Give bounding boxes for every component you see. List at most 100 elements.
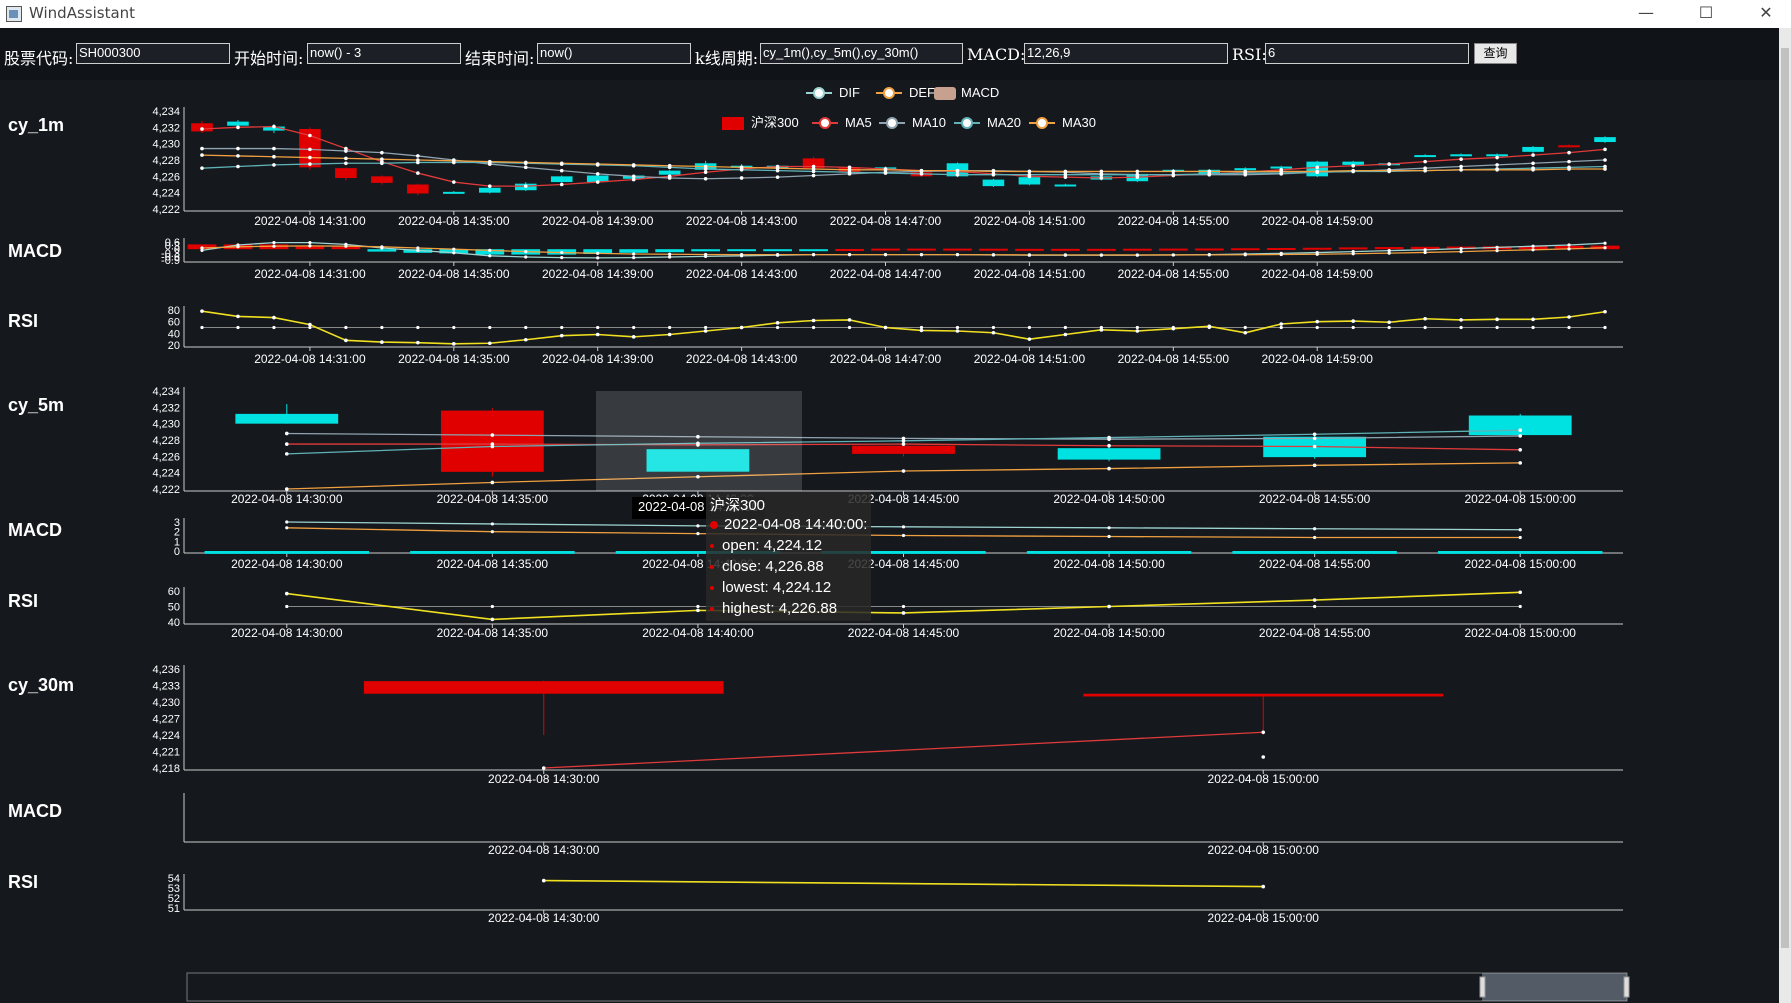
ma10-point xyxy=(1531,161,1535,166)
dif-point xyxy=(452,251,456,255)
rsi-input[interactable]: 6 xyxy=(1265,43,1469,64)
ma30-point xyxy=(1531,168,1535,172)
rsi-point xyxy=(523,337,528,342)
rsi-point xyxy=(811,318,816,323)
dea-point xyxy=(416,246,420,250)
dea-point xyxy=(272,244,276,248)
ma10-point xyxy=(1312,436,1317,441)
x-tick-label: 2022-04-08 14:30:00 xyxy=(231,492,343,506)
rsi-point xyxy=(559,333,564,338)
rsi-reference-point xyxy=(668,325,672,330)
ma5-point xyxy=(452,180,456,184)
ma30-point xyxy=(1603,167,1607,171)
macd-bar xyxy=(1086,248,1116,251)
dif-point xyxy=(668,255,672,259)
macd-bar xyxy=(943,248,972,251)
x-tick-label: 2022-04-08 14:39:00 xyxy=(542,267,654,281)
rsi-point xyxy=(380,340,384,344)
dif-point xyxy=(1531,244,1535,248)
ma20-point xyxy=(919,172,924,176)
rsi-point xyxy=(667,332,672,337)
rsi-reference-point xyxy=(1313,604,1317,609)
y-tick-label: 4,222 xyxy=(152,484,180,496)
rsi-point xyxy=(344,338,348,343)
x-tick-label: 2022-04-08 15:00:00 xyxy=(1464,492,1576,506)
minimize-button[interactable]: — xyxy=(1623,0,1669,28)
ma30-point xyxy=(1099,169,1104,174)
ma10-point xyxy=(559,168,564,173)
legend-ma5-label: MA5 xyxy=(845,115,872,130)
x-tick-label: 2022-04-08 14:40:00 xyxy=(642,626,754,640)
candle-body xyxy=(1594,137,1616,143)
rsi-point xyxy=(272,315,276,320)
rsi-label: RSI: xyxy=(1232,45,1267,64)
dea-point xyxy=(847,253,852,257)
x-tick-label: 2022-04-08 14:47:00 xyxy=(830,267,942,281)
ma30-point xyxy=(1387,168,1391,173)
macd-bar xyxy=(1374,247,1404,250)
dea-point xyxy=(596,251,600,255)
x-tick-label: 2022-04-08 14:59:00 xyxy=(1261,214,1373,228)
rsi-reference-point xyxy=(1603,325,1607,330)
y-tick-label: 4,234 xyxy=(152,106,180,118)
ma30-point xyxy=(1423,168,1427,173)
rsi-reference-point xyxy=(1135,325,1139,330)
ma10-point xyxy=(811,173,816,178)
dea-point xyxy=(883,253,888,257)
rsi-point xyxy=(1099,328,1104,332)
rsi-reference-point xyxy=(560,325,564,330)
y-tick-label: 4,226 xyxy=(152,171,180,183)
candle-body xyxy=(371,176,393,183)
candle-body xyxy=(1054,184,1077,187)
stock-code-input[interactable]: SH000300 xyxy=(76,43,230,64)
vertical-scrollbar[interactable] xyxy=(1779,28,1791,1003)
rsi-reference-point xyxy=(1423,325,1427,330)
bullet-icon xyxy=(710,586,714,591)
ma30-point xyxy=(1351,168,1355,173)
query-button[interactable]: 查询 xyxy=(1474,43,1517,64)
x-tick-label: 2022-04-08 14:35:00 xyxy=(437,626,549,640)
y-tick-label: 4,232 xyxy=(152,402,180,414)
macd-bar xyxy=(1050,248,1080,251)
kline-chart-area[interactable]: cy_1m 4,234 4,232 4,230 4,228 4,226 4,224 4,222… xyxy=(0,80,1779,1003)
zoom-slider-track xyxy=(186,972,1628,1002)
x-tick-label: 2022-04-08 14:30:00 xyxy=(488,911,600,925)
macd-bar xyxy=(691,249,721,252)
macd-bar xyxy=(907,248,936,251)
rsi-point xyxy=(1531,317,1535,322)
dea-point xyxy=(1387,251,1391,255)
start-time-input[interactable]: now() - 3 xyxy=(307,43,461,64)
rsi-reference-point xyxy=(380,325,384,330)
x-tick-label: 2022-04-08 14:55:00 xyxy=(1118,214,1230,228)
dea-point xyxy=(344,244,348,248)
x-tick-label: 2022-04-08 14:31:00 xyxy=(254,214,366,228)
ma30-point xyxy=(631,163,636,167)
ma30-point xyxy=(955,168,960,173)
ma10-point xyxy=(1567,159,1571,164)
x-tick-label: 2022-04-08 14:35:00 xyxy=(398,352,510,366)
end-time-input[interactable]: now() xyxy=(537,43,691,64)
ma5-point xyxy=(1351,163,1355,168)
rsi-point xyxy=(1351,319,1355,323)
maximize-button[interactable]: ☐ xyxy=(1683,0,1729,28)
ma30-point xyxy=(490,480,495,485)
kline-period-input[interactable]: cy_1m(),cy_5m(),cy_30m() xyxy=(760,43,963,64)
dif-point xyxy=(285,520,289,524)
ma10-point xyxy=(416,154,420,158)
scrollbar-thumb[interactable] xyxy=(1781,48,1789,948)
x-tick-label: 2022-04-08 14:50:00 xyxy=(1053,492,1165,506)
ma20-point xyxy=(490,444,495,449)
ma20-point xyxy=(344,161,348,166)
rsi-reference-point xyxy=(901,604,906,609)
macd-input[interactable]: 12,26,9 xyxy=(1024,43,1228,64)
ma20-point xyxy=(284,452,289,456)
y-tick-label: 4,232 xyxy=(152,122,180,134)
dea-point xyxy=(524,250,528,254)
close-button[interactable]: ✕ xyxy=(1743,0,1789,28)
legend-macd-swatch xyxy=(934,87,956,100)
rsi-point xyxy=(703,329,708,333)
bullet-icon xyxy=(710,607,714,612)
legend-ma10-label: MA10 xyxy=(912,115,946,130)
rsi-point xyxy=(919,328,924,333)
panel-title: RSI xyxy=(8,311,38,331)
